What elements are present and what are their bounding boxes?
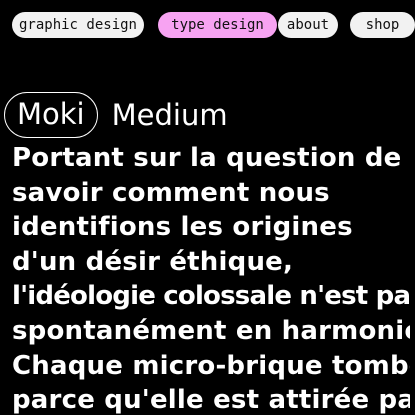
font-header: Moki Medium [4, 92, 228, 138]
specimen-line: spontanément en harmonie. [12, 315, 410, 346]
nav-graphic-design[interactable]: graphic design [12, 12, 144, 38]
specimen-line: identifions les origines [12, 212, 353, 243]
specimen-line: l'idéologie colossale n'est pas [12, 281, 410, 312]
nav-type-design[interactable]: type design [158, 12, 277, 38]
specimen-line: parce qu'elle est attirée par [12, 385, 410, 415]
nav-shop[interactable]: shop [350, 12, 415, 38]
type-specimen-text: Portant sur la question de savoir commen… [12, 140, 410, 415]
specimen-line: Chaque micro-brique tombe [12, 350, 410, 381]
nav-about[interactable]: about [278, 12, 338, 38]
font-weight-label[interactable]: Medium [112, 92, 228, 138]
specimen-line: savoir comment nous [12, 177, 330, 208]
specimen-line: Portant sur la question de [12, 143, 402, 173]
page: graphic design type design about shop Mo… [0, 0, 415, 415]
font-name-button[interactable]: Moki [4, 92, 98, 138]
top-navigation: graphic design type design about shop [12, 12, 415, 38]
specimen-line: d'un désir éthique, [12, 246, 294, 277]
